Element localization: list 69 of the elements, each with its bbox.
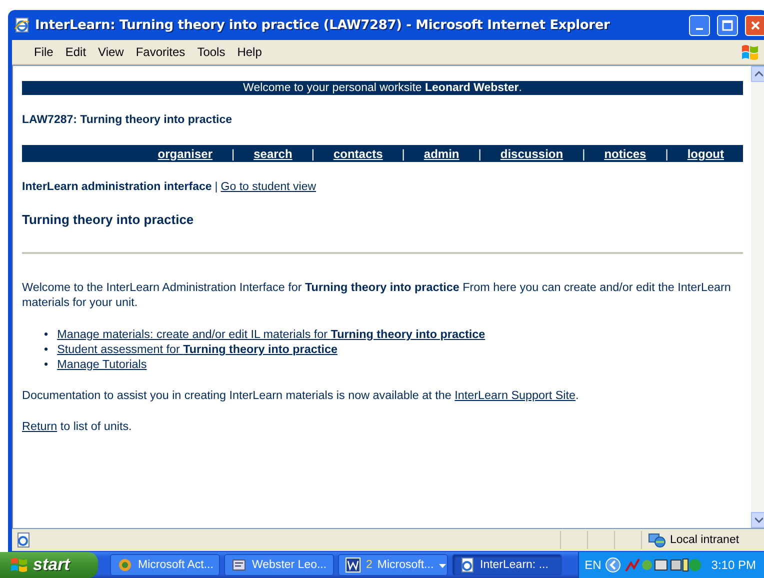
nav-link[interactable]: logout [687, 146, 724, 160]
return-sentence: Return to list of units. [22, 420, 133, 433]
separator: | [402, 146, 405, 160]
taskbar-button[interactable]: Microsoft Act... [110, 554, 220, 576]
security-zone: Local intranet [670, 534, 740, 546]
window-count: 2 [366, 559, 372, 571]
clock: 3:10 PM [711, 558, 756, 572]
menu-item[interactable]: Help [231, 43, 268, 61]
page-icon [15, 532, 31, 548]
folder-icon [231, 557, 247, 573]
word-icon [345, 557, 361, 573]
taskbar-button[interactable]: InterLearn: ... [452, 554, 562, 576]
bullet: • [44, 327, 48, 342]
separator: | [582, 146, 586, 160]
welcome-banner: Welcome to your personal worksite Leonard Webster. [22, 81, 743, 95]
browser-icon [14, 17, 30, 33]
task-link[interactable]: Manage Tutorials [57, 357, 147, 372]
bullet: • [44, 342, 48, 357]
start-button[interactable]: start [0, 552, 98, 578]
browser-icon [459, 557, 475, 573]
admin-label: InterLearn administration interface [22, 181, 212, 193]
separator: | [311, 146, 314, 160]
task-label: Webster Leo... [252, 559, 327, 571]
unit-heading: LAW7287: Turning theory into practice [22, 114, 234, 126]
task-link[interactable]: Student assessment for Turning theory into practice [57, 342, 338, 357]
separator: | [214, 181, 218, 193]
scroll-up-button[interactable] [751, 66, 764, 82]
taskbar-button[interactable]: 2 Microsoft... [338, 554, 448, 576]
windows-logo-icon [10, 557, 28, 573]
nav-link[interactable]: search [254, 146, 292, 160]
window-title: InterLearn: Turning theory into practice (LAW7287) - Microsoft Internet Explorer [35, 18, 611, 32]
task-label: InterLearn: ... [480, 559, 548, 571]
documentation-paragraph: Documentation to assist you in creating InterLearn materials is now available at the InterLearn Support Site. [22, 389, 580, 402]
menu-item[interactable]: File [28, 43, 60, 61]
student-view-link[interactable]: Go to student view [220, 181, 316, 193]
scroll-down-button[interactable] [751, 512, 764, 528]
support-site-link[interactable]: InterLearn Support Site [454, 389, 576, 402]
app-icon [117, 557, 133, 573]
nav-link[interactable]: organiser [158, 146, 212, 160]
menu-item[interactable]: View [92, 43, 130, 61]
expand-tray-icon[interactable] [605, 557, 622, 573]
task-label: Microsoft... [377, 559, 434, 571]
nav-link[interactable]: contacts [333, 146, 383, 160]
close-button[interactable] [745, 14, 764, 36]
separator: | [665, 146, 668, 160]
nav-link[interactable]: discussion [500, 146, 564, 160]
bullet: • [44, 357, 48, 372]
separator: | [231, 146, 235, 160]
close-icon [750, 20, 761, 30]
menu-item[interactable]: Tools [191, 43, 232, 61]
section-title: Turning theory into practice [22, 212, 195, 227]
taskbar-button[interactable]: Webster Leo... [224, 554, 334, 576]
intro-paragraph: Welcome to the InterLearn Administration Interface for Turning theory into practice From here you can create and/or edit the InterLearn materials for your unit. [22, 280, 732, 310]
caret-icon[interactable] [438, 564, 446, 568]
minimize-icon [696, 28, 703, 30]
task-link[interactable]: Manage materials: create and/or edit IL materials for Turning theory into practice [57, 327, 486, 342]
menu-item[interactable]: Favorites [130, 43, 192, 61]
nav-link[interactable]: admin [424, 146, 460, 160]
return-link[interactable]: Return [22, 420, 58, 433]
menu-item[interactable]: Edit [59, 43, 92, 61]
nav-link[interactable]: notices [604, 146, 646, 160]
network-icon [648, 532, 666, 548]
windows-logo-icon [740, 43, 760, 61]
tray-icons-drawing[interactable] [625, 557, 702, 573]
maximize-button[interactable] [717, 14, 738, 36]
maximize-icon [722, 20, 733, 30]
separator: | [478, 146, 482, 160]
task-label: Microsoft Act... [138, 559, 214, 571]
minimize-button[interactable] [689, 14, 710, 36]
